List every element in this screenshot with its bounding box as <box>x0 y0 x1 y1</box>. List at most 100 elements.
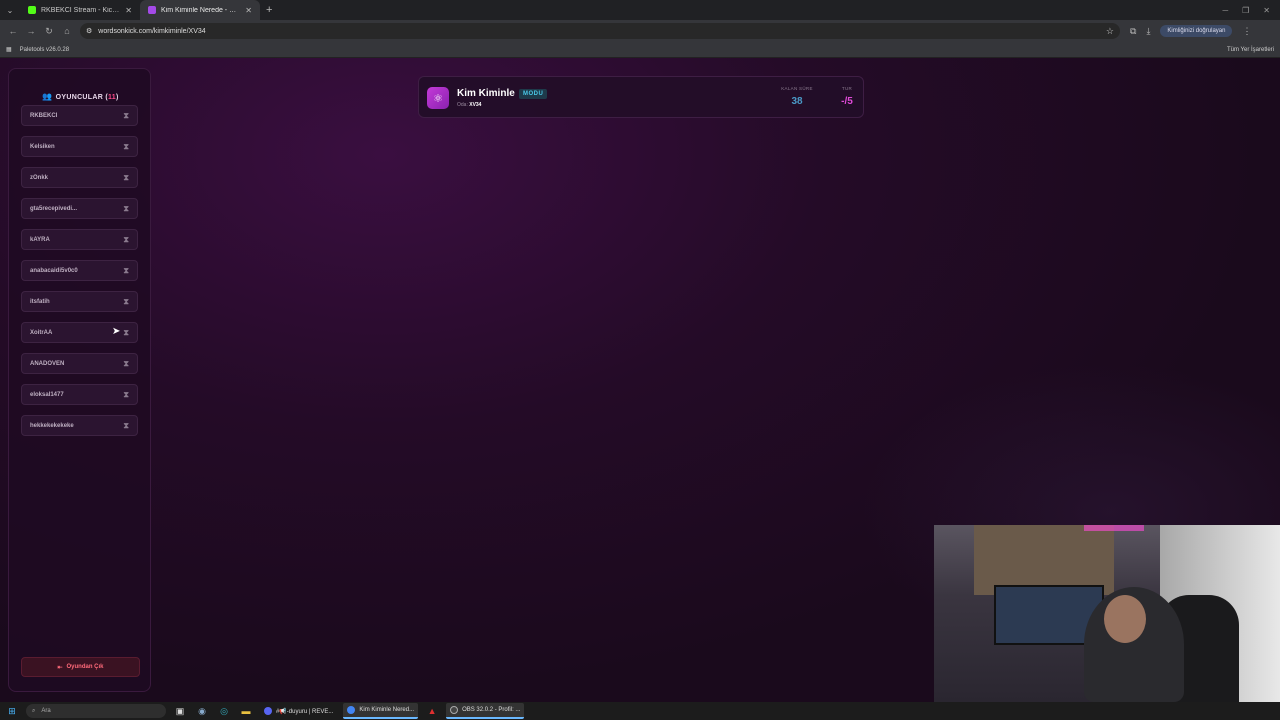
player-name: Kelsiken <box>30 143 55 150</box>
hourglass-icon: ⧗ <box>123 110 129 120</box>
taskbar-search[interactable]: ⌕ Ara <box>26 704 166 718</box>
mode-badge: MODU <box>519 89 548 99</box>
player-name: zOnkk <box>30 174 49 181</box>
kick-favicon-icon <box>28 6 36 14</box>
hourglass-icon: ⧗ <box>123 265 129 275</box>
players-heading: OYUNCULAR <box>55 94 104 101</box>
player-name: RKBEKCI <box>30 112 58 119</box>
words-favicon-icon <box>148 6 156 14</box>
hourglass-icon: ⧗ <box>123 234 129 244</box>
player-name: kAYRA <box>30 236 50 243</box>
bookmark-star-icon[interactable]: ☆ <box>1106 26 1114 37</box>
forward-icon[interactable]: → <box>22 26 40 36</box>
streamer-head <box>1104 595 1146 643</box>
player-name: anabacaidi5v0c0 <box>30 267 78 274</box>
round-label: TUR <box>841 86 853 91</box>
player-item[interactable]: gta5recepivedi... ⧗ <box>21 198 138 219</box>
taskbar-item-discord[interactable]: #📢-duyuru | REVE... <box>260 703 337 719</box>
exit-icon: ⇤ <box>57 664 63 671</box>
browser-tabbar: ⌄ RKBEKCI Stream - Kick Dashboa ✕ Kim Ki… <box>0 0 1280 20</box>
room-info: Oda: XV34 <box>457 102 481 108</box>
app-red-icon[interactable]: ▲ <box>424 706 440 716</box>
game-title: Kim Kiminle <box>457 88 515 99</box>
bookmark-paletools[interactable]: Paletools v26.0.28 <box>20 47 69 53</box>
taskbar-item-label: OBS 32.0.2 - Profil: ... <box>462 707 521 713</box>
reload-icon[interactable]: ↻ <box>40 26 58 37</box>
windows-taskbar: ⊞ ⌕ Ara ▣ ◉ ◎ ▬ #📢-duyuru | REVE... Kim … <box>0 702 1280 720</box>
taskbar-item-label: #📢-duyuru | REVE... <box>276 708 334 715</box>
users-icon: 👥 <box>42 92 53 101</box>
hourglass-icon: ⧗ <box>123 327 129 337</box>
hourglass-icon: ⧗ <box>123 203 129 213</box>
player-item[interactable]: eloksal1477 ⧗ <box>21 384 138 405</box>
url-text: wordsonkick.com/kimkiminle/XV34 <box>98 27 206 35</box>
search-placeholder: Ara <box>41 708 51 714</box>
home-icon[interactable]: ⌂ <box>58 26 76 36</box>
player-item[interactable]: zOnkk ⧗ <box>21 167 138 188</box>
player-item[interactable]: hekkekekekeke ⧗ <box>21 415 138 436</box>
hourglass-icon: ⧗ <box>123 358 129 368</box>
task-view-icon[interactable]: ▣ <box>172 706 188 717</box>
address-bar[interactable]: ⚙ wordsonkick.com/kimkiminle/XV34 ☆ <box>80 23 1120 39</box>
round-value: -/5 <box>841 96 853 107</box>
players-count: 11 <box>107 94 116 101</box>
windows-start-icon[interactable]: ⊞ <box>4 706 20 717</box>
player-item[interactable]: kAYRA ⧗ <box>21 229 138 250</box>
remaining-time-label: KALAN SÜRE <box>781 86 813 91</box>
player-item[interactable]: RKBEKCI ⧗ <box>21 105 138 126</box>
player-item[interactable]: itsfatih ⧗ <box>21 291 138 312</box>
hourglass-icon: ⧗ <box>123 296 129 306</box>
close-window-icon[interactable]: ✕ <box>1263 6 1270 15</box>
tab-search-icon[interactable]: ⌄ <box>0 6 20 15</box>
remaining-time-value: 38 <box>791 96 803 107</box>
player-item[interactable]: ANADOVEN ⧗ <box>21 353 138 374</box>
taskbar-item-label: Kim Kiminle Nered... <box>359 707 415 713</box>
obs-icon <box>450 706 459 714</box>
player-name: itsfatih <box>30 298 50 305</box>
player-name: gta5recepivedi... <box>30 205 78 212</box>
players-sidebar: 👥 OYUNCULAR (11) RKBEKCI ⧗ Kelsiken ⧗ zOnkk… <box>8 68 151 692</box>
apps-icon[interactable]: ▦ <box>6 46 12 53</box>
site-info-icon[interactable]: ⚙ <box>86 27 92 35</box>
restore-icon[interactable]: ❐ <box>1242 6 1249 15</box>
player-name: XoitrAA <box>30 329 53 336</box>
player-item[interactable]: anabacaidi5v0c0 ⧗ <box>21 260 138 281</box>
menu-icon[interactable]: ⋮ <box>1242 26 1251 37</box>
close-tab-icon[interactable]: ✕ <box>245 6 252 15</box>
edge-icon[interactable]: ◎ <box>216 706 232 717</box>
player-item[interactable]: Kelsiken ⧗ <box>21 136 138 157</box>
download-icon[interactable]: ⤓ <box>1146 26 1150 37</box>
bookmarks-bar: ▦ Paletools v26.0.28 Tüm Yer İşaretleri <box>0 42 1280 58</box>
hourglass-icon: ⧗ <box>123 141 129 151</box>
hourglass-icon: ⧗ <box>123 172 129 182</box>
all-bookmarks[interactable]: Tüm Yer İşaretleri <box>1227 47 1274 53</box>
close-tab-icon[interactable]: ✕ <box>125 6 132 15</box>
file-explorer-icon[interactable]: ▬ <box>238 706 254 716</box>
chrome-icon <box>347 706 356 714</box>
taskbar-item-chrome[interactable]: Kim Kiminle Nered... <box>343 703 419 719</box>
mouse-cursor-icon: ➤ <box>112 326 121 337</box>
tab-label: RKBEKCI Stream - Kick Dashboa <box>41 6 120 14</box>
tab-words-on-kick[interactable]: Kim Kiminle Nerede - Words O ✕ <box>140 0 260 20</box>
game-logo-icon: ⚛ <box>427 87 449 109</box>
room-label: Oda: <box>457 102 468 108</box>
new-tab-button[interactable]: + <box>260 4 278 16</box>
player-name: eloksal1477 <box>30 391 64 398</box>
window-controls: ─ ❐ ✕ <box>1222 6 1280 15</box>
player-item[interactable]: XoitrAA ⧗ <box>21 322 138 343</box>
taskbar-item-obs[interactable]: OBS 32.0.2 - Profil: ... <box>446 703 525 719</box>
tab-kick-dashboard[interactable]: RKBEKCI Stream - Kick Dashboa ✕ <box>20 0 140 20</box>
minimize-icon[interactable]: ─ <box>1222 6 1228 15</box>
profile-button[interactable]: Kimliğinizi doğrulayan <box>1160 25 1233 37</box>
tab-label: Kim Kiminle Nerede - Words O <box>161 6 240 14</box>
hourglass-icon: ⧗ <box>123 420 129 430</box>
players-title: 👥 OYUNCULAR (11) <box>42 92 119 101</box>
leave-game-label: Oyundan Çık <box>66 664 104 670</box>
leave-game-button[interactable]: ⇤ Oyundan Çık <box>21 657 140 677</box>
game-header-card: ⚛ Kim Kiminle MODU Oda: XV34 KALAN SÜRE … <box>418 76 864 118</box>
extensions-icon[interactable]: ⧉ <box>1130 26 1136 37</box>
player-name: hekkekekekeke <box>30 422 74 429</box>
back-icon[interactable]: ← <box>4 26 22 36</box>
search-icon: ⌕ <box>32 707 36 714</box>
copilot-icon[interactable]: ◉ <box>194 706 210 717</box>
